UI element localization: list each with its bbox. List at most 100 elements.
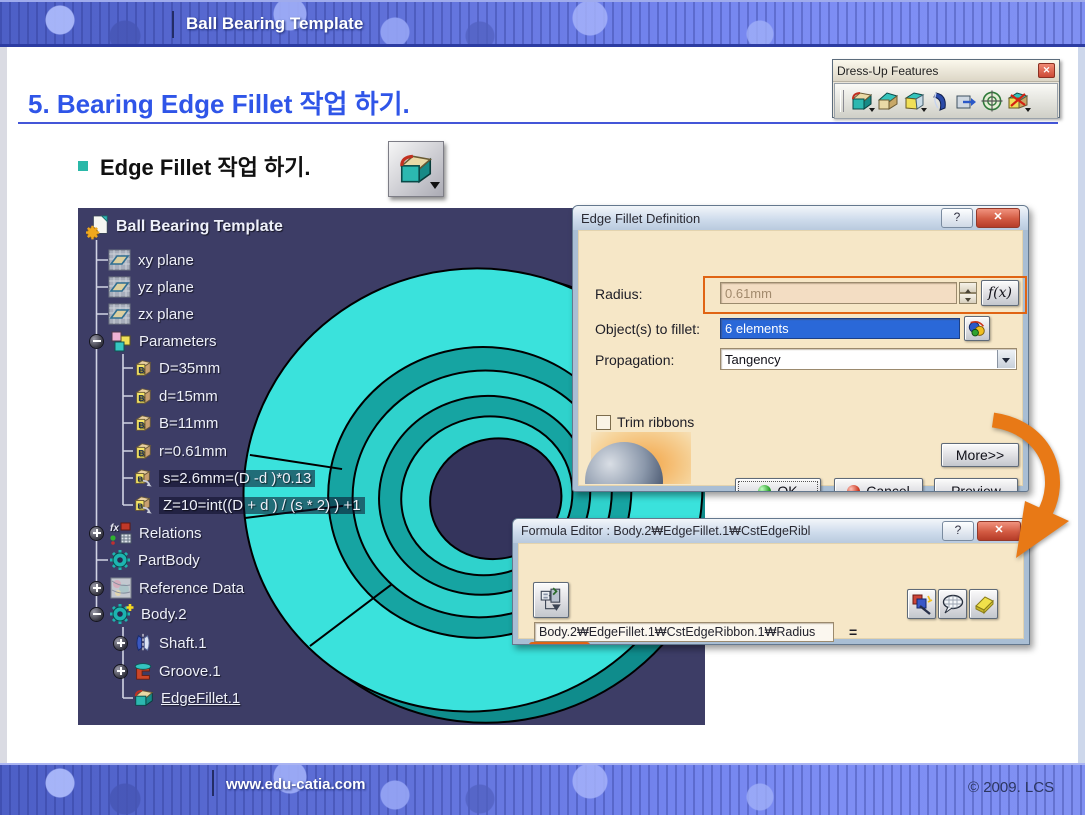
bullet-marker: [78, 161, 88, 171]
spinner-up-icon[interactable]: [959, 282, 977, 293]
dialog-body: Radius: 0.61mm f(x) Object(s) to fillet:…: [578, 230, 1023, 486]
cancel-label: Cancel: [866, 483, 910, 492]
partbody-gear-icon: [108, 548, 132, 572]
tree-item-reference-data[interactable]: Reference Data: [90, 574, 244, 602]
tree-item-label: xy plane: [138, 252, 194, 269]
thread-tap-tool[interactable]: [979, 87, 1005, 115]
multi-select-icon: [967, 319, 987, 339]
tree-root[interactable]: Ball Bearing Template: [86, 213, 283, 241]
propagation-dropdown[interactable]: Tangency: [720, 348, 1017, 370]
toolbar-close-button[interactable]: ✕: [1038, 63, 1055, 78]
draft-angle-icon: [902, 89, 926, 113]
equals-sign: =: [849, 624, 857, 640]
dropdown-arrow-icon[interactable]: [997, 350, 1015, 368]
tree-item-label: Parameters: [139, 333, 217, 350]
radius-spinner[interactable]: [959, 282, 977, 304]
tree-item-label: d=15mm: [159, 388, 218, 405]
dialog-title: Formula Editor : Body.2₩EdgeFillet.1₩Cst…: [521, 524, 810, 538]
dictionary-structure-button[interactable]: [533, 582, 569, 618]
tree-item-param-B[interactable]: B=11mm: [133, 409, 218, 437]
tree-item-label: yz plane: [138, 279, 194, 296]
tree-item-label: Reference Data: [139, 580, 244, 597]
edge-fillet-icon: [850, 89, 874, 113]
collapse-knob-icon[interactable]: [90, 335, 103, 348]
thread-tap-icon: [980, 89, 1004, 113]
remove-face-tool[interactable]: [1005, 87, 1031, 115]
objects-field[interactable]: 6 elements: [720, 318, 960, 339]
objects-select-button[interactable]: [964, 316, 990, 341]
ok-button[interactable]: OK: [735, 478, 821, 492]
tree-item-groove1[interactable]: Groove.1: [114, 657, 221, 685]
cancel-button[interactable]: Cancel: [834, 478, 923, 492]
expand-knob-icon[interactable]: [114, 637, 127, 650]
chamfer-icon: [876, 89, 900, 113]
tree-item-xy-plane[interactable]: xy plane: [108, 246, 194, 274]
dialog-body: Body.2₩EdgeFillet.1₩CstEdgeRibbon.1₩Radi…: [518, 543, 1024, 639]
fx-formula-button[interactable]: f(x): [981, 280, 1019, 306]
tree-item-param-D[interactable]: D=35mm: [133, 354, 220, 382]
close-button[interactable]: ✕: [976, 208, 1020, 228]
expand-knob-icon[interactable]: [90, 527, 103, 540]
banner-separator: [172, 11, 174, 38]
thickness-icon: [954, 89, 978, 113]
tree-item-param-r[interactable]: r=0.61mm: [133, 437, 227, 465]
tree-item-partbody[interactable]: PartBody: [108, 546, 200, 574]
dialog-titlebar[interactable]: Edge Fillet Definition ? ✕: [573, 206, 1028, 230]
body-gear-plus-icon: [109, 602, 135, 626]
formula-target-field[interactable]: Body.2₩EdgeFillet.1₩CstEdgeRibbon.1₩Radi…: [534, 622, 834, 642]
plane-icon: [108, 276, 132, 298]
tree-item-shaft1[interactable]: Shaft.1: [114, 629, 207, 657]
spinner-down-icon[interactable]: [959, 293, 977, 304]
chamfer-tool[interactable]: [875, 87, 901, 115]
edge-fillet-tool-button[interactable]: [388, 141, 444, 197]
variable-fillet-tool[interactable]: [927, 87, 953, 115]
trim-ribbons-label: Trim ribbons: [617, 414, 694, 430]
tree-item-label: EdgeFillet.1: [161, 690, 240, 707]
formula-editor-dialog: Formula Editor : Body.2₩EdgeFillet.1₩Cst…: [512, 518, 1030, 645]
tree-item-body2[interactable]: Body.2: [90, 600, 187, 628]
wizard-icon: [910, 592, 934, 616]
dialog-titlebar[interactable]: Formula Editor : Body.2₩EdgeFillet.1₩Cst…: [513, 519, 1029, 543]
toolbar-grip[interactable]: [840, 90, 844, 112]
relations-icon: [109, 521, 133, 545]
slide-left-edge: [0, 47, 7, 763]
banner-separator: [212, 770, 214, 796]
plane-icon: [108, 303, 132, 325]
tree-root-label: Ball Bearing Template: [116, 218, 283, 236]
edge-fillet-definition-dialog: Edge Fillet Definition ? ✕ Radius: 0.61m…: [572, 205, 1029, 492]
formula-parameter-icon: [133, 495, 153, 515]
edge-fillet-tool[interactable]: [849, 87, 875, 115]
tree-item-label: Body.2: [141, 606, 187, 623]
trim-ribbons-checkbox[interactable]: [596, 415, 611, 430]
tree-item-param-Z-formula[interactable]: Z=10=int((D + d ) / (s * 2) ) +1: [133, 491, 365, 519]
reference-data-icon: [109, 576, 133, 600]
help-button[interactable]: ?: [942, 521, 974, 541]
slide-bottom-banner: [0, 763, 1085, 815]
tree-item-parameters[interactable]: Parameters: [90, 327, 217, 355]
comment-button[interactable]: [938, 589, 967, 619]
help-button[interactable]: ?: [941, 208, 973, 228]
tree-item-param-s-formula[interactable]: s=2.6mm=(D -d )*0.13: [133, 464, 315, 492]
collapse-knob-icon[interactable]: [90, 608, 103, 621]
draft-angle-tool[interactable]: [901, 87, 927, 115]
tree-item-relations[interactable]: Relations: [90, 519, 202, 547]
expand-knob-icon[interactable]: [114, 665, 127, 678]
propagation-value: Tangency: [725, 352, 781, 367]
thickness-tool[interactable]: [953, 87, 979, 115]
radius-field[interactable]: 0.61mm: [720, 282, 957, 304]
erase-button[interactable]: [969, 589, 998, 619]
shaft-icon: [133, 633, 153, 653]
wizard-button[interactable]: [907, 589, 936, 619]
tree-item-zx-plane[interactable]: zx plane: [108, 300, 194, 328]
tree-item-yz-plane[interactable]: yz plane: [108, 273, 194, 301]
toolbar-titlebar[interactable]: Dress-Up Features ✕: [833, 60, 1059, 82]
tree-item-edgefillet1[interactable]: EdgeFillet.1: [133, 684, 240, 712]
propagation-label: Propagation:: [595, 352, 674, 368]
annotation-arrow: [985, 398, 1085, 578]
tree-item-label: PartBody: [138, 552, 200, 569]
expand-knob-icon[interactable]: [90, 582, 103, 595]
radius-label: Radius:: [595, 286, 642, 302]
dressup-features-toolbar: Dress-Up Features ✕: [832, 59, 1060, 118]
footer-url: www.edu-catia.com: [226, 776, 365, 793]
tree-item-param-d[interactable]: d=15mm: [133, 382, 218, 410]
